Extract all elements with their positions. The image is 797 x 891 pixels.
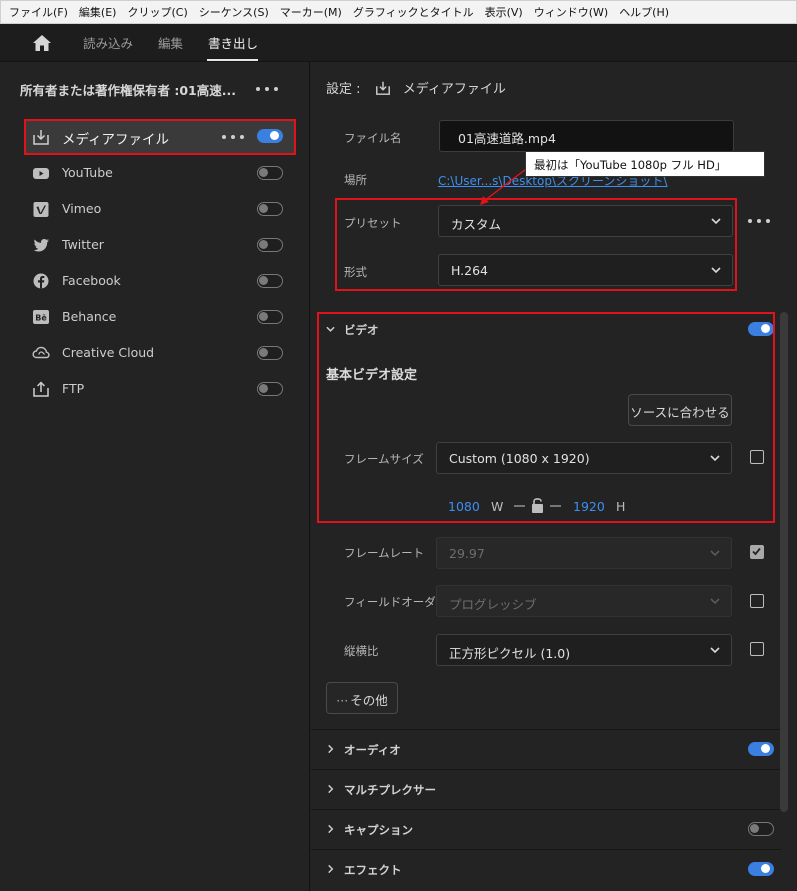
destination-label: Creative Cloud: [62, 345, 155, 360]
menu-help[interactable]: ヘルプ(H): [614, 4, 675, 20]
svg-text:Bē: Bē: [35, 314, 47, 323]
download-icon: [375, 81, 390, 95]
destination-behance[interactable]: Bē Behance: [24, 300, 295, 334]
filename-input[interactable]: 01高速道路.mp4: [439, 120, 734, 152]
youtube-toggle[interactable]: [257, 166, 283, 180]
menu-graphics[interactable]: グラフィックとタイトル: [348, 4, 480, 20]
section-title: キャプション: [344, 823, 413, 837]
behance-icon: Bē: [33, 310, 49, 324]
facebook-toggle[interactable]: [257, 274, 283, 288]
field-order-value: プログレッシブ: [449, 597, 537, 612]
youtube-icon: [33, 168, 49, 179]
menu-sequence[interactable]: シーケンス(S): [194, 4, 275, 20]
aspect-select[interactable]: 正方形ピクセル (1.0): [436, 634, 732, 666]
tab-export[interactable]: 書き出し: [208, 33, 258, 52]
upload-icon: [33, 381, 49, 397]
chevron-right-icon: [328, 784, 334, 794]
scrollbar[interactable]: [780, 312, 788, 812]
more-settings-button[interactable]: ··· その他: [326, 682, 398, 714]
chevron-right-icon: [328, 744, 334, 754]
destination-ftp[interactable]: FTP: [24, 372, 295, 406]
destination-facebook[interactable]: Facebook: [24, 264, 295, 298]
more-dots-icon: ···: [336, 693, 349, 708]
aspect-value: 正方形ピクセル (1.0): [449, 646, 571, 661]
twitter-toggle[interactable]: [257, 238, 283, 252]
destination-label: FTP: [62, 381, 85, 396]
settings-header: 設定 : メディアファイル: [326, 78, 506, 97]
section-title: マルチプレクサー: [344, 783, 436, 797]
field-order-select[interactable]: プログレッシブ: [436, 585, 732, 617]
destination-label: Behance: [62, 309, 117, 324]
field-order-label: フィールドオーダー: [344, 595, 448, 609]
captions-toggle[interactable]: [748, 822, 774, 836]
settings-title: メディアファイル: [402, 82, 506, 97]
section-effects[interactable]: エフェクト: [311, 849, 781, 889]
destination-label: Twitter: [62, 237, 104, 252]
chevron-right-icon: [328, 824, 334, 834]
creative-cloud-icon: [32, 346, 50, 359]
filename-label: ファイル名: [344, 131, 402, 145]
destination-label: Vimeo: [62, 201, 102, 216]
frame-rate-select[interactable]: 29.97: [436, 537, 732, 569]
behance-toggle[interactable]: [257, 310, 283, 324]
chevron-down-icon: [710, 647, 720, 654]
preset-more-icon[interactable]: [748, 217, 770, 225]
tab-edit[interactable]: 編集: [158, 33, 183, 52]
section-multiplexer[interactable]: マルチプレクサー: [311, 769, 781, 809]
highlight-box-media-file: [24, 119, 296, 155]
location-label: 場所: [344, 173, 367, 187]
home-icon[interactable]: [32, 34, 52, 52]
destination-youtube[interactable]: YouTube: [24, 156, 295, 190]
aspect-label: 縦横比: [344, 644, 379, 658]
chevron-down-icon: [710, 598, 720, 605]
section-audio[interactable]: オーディオ: [311, 729, 781, 769]
facebook-icon: [33, 273, 49, 289]
section-title: エフェクト: [344, 863, 402, 877]
audio-toggle[interactable]: [748, 742, 774, 756]
destination-creative-cloud[interactable]: Creative Cloud: [24, 336, 295, 370]
workspace-nav: 読み込み 編集 書き出し: [0, 24, 797, 62]
more-label: その他: [350, 693, 388, 708]
section-captions[interactable]: キャプション: [311, 809, 781, 849]
settings-panel: 設定 : メディアファイル ファイル名 01高速道路.mp4 場所 C:\Use…: [311, 62, 797, 891]
menu-file[interactable]: ファイル(F): [4, 4, 74, 20]
frame-rate-label: フレームレート: [344, 546, 425, 560]
destination-twitter[interactable]: Twitter: [24, 228, 295, 262]
menu-clip[interactable]: クリップ(C): [122, 4, 193, 20]
owner-label: 所有者または著作権保有者 :01高速...: [20, 83, 236, 98]
destination-label: Facebook: [62, 273, 121, 288]
ftp-toggle[interactable]: [257, 382, 283, 396]
highlight-box-preset: [335, 198, 737, 291]
menu-bar: ファイル(F) 編集(E) クリップ(C) シーケンス(S) マーカー(M) グ…: [0, 0, 797, 24]
menu-edit[interactable]: 編集(E): [74, 4, 123, 20]
twitter-icon: [33, 239, 49, 252]
section-title: オーディオ: [344, 743, 401, 757]
destination-vimeo[interactable]: Vimeo: [24, 192, 295, 226]
vimeo-icon: [33, 202, 49, 217]
check-icon: [752, 547, 761, 556]
vimeo-toggle[interactable]: [257, 202, 283, 216]
frame-rate-value: 29.97: [449, 546, 485, 561]
aspect-checkbox[interactable]: [750, 642, 764, 656]
annotation-callout: 最初は「YouTube 1080p フル HD」: [525, 151, 765, 177]
active-tab-indicator: [207, 59, 258, 61]
menu-marker[interactable]: マーカー(M): [275, 4, 348, 20]
chevron-right-icon: [328, 864, 334, 874]
creative-cloud-toggle[interactable]: [257, 346, 283, 360]
menu-view[interactable]: 表示(V): [480, 4, 529, 20]
settings-prefix: 設定 :: [326, 82, 361, 97]
effects-toggle[interactable]: [748, 862, 774, 876]
destinations-panel: 所有者または著作権保有者 :01高速... メディアファイル YouTube V…: [0, 62, 310, 891]
field-order-checkbox[interactable]: [750, 594, 764, 608]
frame-rate-checkbox[interactable]: [750, 545, 764, 559]
tab-import[interactable]: 読み込み: [83, 33, 133, 52]
destination-label: YouTube: [62, 165, 113, 180]
owner-more-icon[interactable]: [256, 85, 278, 93]
menu-window[interactable]: ウィンドウ(W): [529, 4, 614, 20]
chevron-down-icon: [710, 550, 720, 557]
highlight-box-video: [317, 312, 775, 523]
